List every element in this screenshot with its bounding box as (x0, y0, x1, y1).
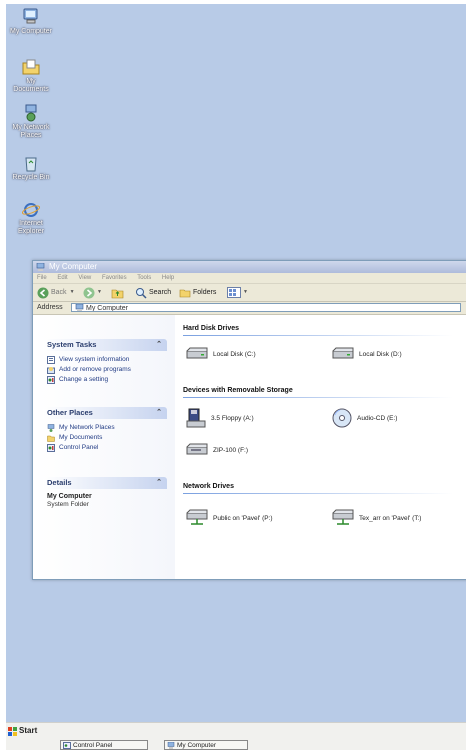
my-computer-icon (21, 8, 41, 26)
add-remove-programs-icon (47, 367, 55, 374)
group-header-network: Network Drives (183, 483, 234, 490)
folders-button[interactable]: Folders (179, 284, 216, 301)
main-pane: Hard Disk Drives Local Disk (C:) Local D… (175, 315, 466, 579)
window-titlebar[interactable]: My Computer (33, 261, 466, 273)
group-divider (183, 493, 453, 494)
collapse-chevron-icon[interactable]: ⌃ (156, 339, 162, 351)
folder-up-icon (111, 289, 124, 298)
my-documents-icon (47, 435, 55, 442)
toolbar: Back ▼ ▼ Search Folders ▼ (33, 284, 466, 302)
details-panel: Details ⌃ My Computer System Folder (43, 477, 167, 513)
chevron-down-icon: ▼ (69, 289, 75, 295)
place-my-network-places[interactable]: My Network Places (47, 423, 163, 433)
drive-zip-f[interactable]: ZIP-100 (F:) (185, 443, 248, 457)
menu-help[interactable]: Help (162, 275, 174, 281)
details-name: My Computer (47, 493, 92, 500)
group-divider (183, 397, 453, 398)
desktop-icon-network-places[interactable]: My Network Places (8, 104, 54, 140)
group-divider (183, 335, 453, 336)
menu-view[interactable]: View (78, 275, 91, 281)
desktop-icon-my-documents[interactable]: My Documents (8, 58, 54, 94)
network-drive-t[interactable]: Tex_arr on 'Pavel' (T:) (331, 509, 421, 527)
control-panel-icon (47, 444, 55, 452)
control-panel-icon (63, 742, 71, 749)
system-tasks-panel: System Tasks ⌃ View system information A… (43, 339, 167, 389)
details-header[interactable]: Details ⌃ (43, 477, 167, 489)
floppy-drive-icon (186, 408, 206, 428)
forward-arrow-icon (83, 287, 95, 298)
up-folder-button[interactable] (111, 284, 124, 301)
search-button[interactable]: Search (135, 284, 171, 301)
folders-icon (179, 289, 191, 297)
back-button[interactable]: Back ▼ (37, 284, 75, 301)
other-places-header[interactable]: Other Places ⌃ (43, 407, 167, 419)
window-content: System Tasks ⌃ View system information A… (33, 315, 466, 579)
desktop: My Computer My Documents My Network Plac… (6, 4, 466, 750)
menu-bar: File Edit View Favorites Tools Help (33, 273, 466, 284)
hard-disk-icon (332, 347, 354, 359)
task-pane: System Tasks ⌃ View system information A… (33, 315, 175, 579)
my-documents-icon (21, 58, 41, 76)
hard-disk-icon (186, 347, 208, 359)
chevron-down-icon: ▼ (97, 289, 102, 295)
windows-logo-icon (8, 726, 17, 736)
window-title: My Computer (49, 262, 98, 271)
other-places-panel: Other Places ⌃ My Network Places My Docu… (43, 407, 167, 457)
menu-edit[interactable]: Edit (57, 275, 67, 281)
network-places-icon (47, 424, 55, 432)
system-info-icon (47, 356, 55, 364)
control-panel-icon (47, 376, 55, 384)
group-header-hard-disk: Hard Disk Drives (183, 325, 240, 332)
views-grid-icon (227, 287, 241, 298)
network-places-icon (21, 104, 41, 122)
explorer-window[interactable]: My Computer File Edit View Favorites Too… (32, 260, 466, 580)
drive-audio-cd-e[interactable]: Audio-CD (E:) (331, 407, 397, 429)
menu-favorites[interactable]: Favorites (102, 275, 127, 281)
system-tasks-header[interactable]: System Tasks ⌃ (43, 339, 167, 351)
place-control-panel[interactable]: Control Panel (47, 443, 163, 453)
drive-local-disk-c[interactable]: Local Disk (C:) (185, 347, 256, 361)
start-button[interactable]: Start (6, 725, 48, 737)
forward-button[interactable]: ▼ (83, 284, 102, 301)
cd-drive-icon (332, 408, 352, 428)
address-field[interactable]: My Computer (71, 303, 461, 312)
task-add-remove-programs[interactable]: Add or remove programs (47, 365, 163, 375)
address-label: Address (37, 304, 63, 311)
taskbar-button-control-panel[interactable]: Control Panel (60, 740, 148, 750)
desktop-icon-recycle-bin[interactable]: Recycle Bin (8, 154, 54, 182)
network-drive-icon (186, 509, 208, 525)
taskbar-button-my-computer[interactable]: My Computer (164, 740, 248, 750)
group-header-removable: Devices with Removable Storage (183, 387, 293, 394)
task-view-system-info[interactable]: View system information (47, 355, 163, 365)
back-arrow-icon (37, 287, 49, 298)
my-computer-icon (36, 263, 45, 271)
taskbar: Start Control Panel My Computer (6, 722, 466, 750)
desktop-icon-internet-explorer[interactable]: Internet Explorer (8, 200, 54, 236)
collapse-chevron-icon[interactable]: ⌃ (156, 477, 162, 489)
address-bar: Address My Computer (33, 302, 466, 315)
network-drive-p[interactable]: Public on 'Pavel' (P:) (185, 509, 273, 527)
internet-explorer-icon (21, 200, 41, 218)
zip-drive-icon (186, 443, 208, 455)
search-icon (136, 287, 147, 299)
details-type: System Folder (47, 501, 89, 508)
chevron-down-icon: ▼ (243, 289, 248, 295)
my-computer-icon (75, 304, 84, 311)
place-my-documents[interactable]: My Documents (47, 433, 163, 443)
menu-tools[interactable]: Tools (137, 275, 151, 281)
task-change-setting[interactable]: Change a setting (47, 375, 163, 385)
network-drive-icon (332, 509, 354, 525)
collapse-chevron-icon[interactable]: ⌃ (156, 407, 162, 419)
drive-floppy-a[interactable]: 3.5 Floppy (A:) (185, 407, 254, 429)
my-computer-icon (167, 742, 175, 749)
recycle-bin-icon (21, 154, 41, 172)
views-button[interactable]: ▼ (227, 284, 248, 301)
desktop-icon-my-computer[interactable]: My Computer (8, 8, 54, 36)
drive-local-disk-d[interactable]: Local Disk (D:) (331, 347, 402, 361)
menu-file[interactable]: File (37, 275, 47, 281)
